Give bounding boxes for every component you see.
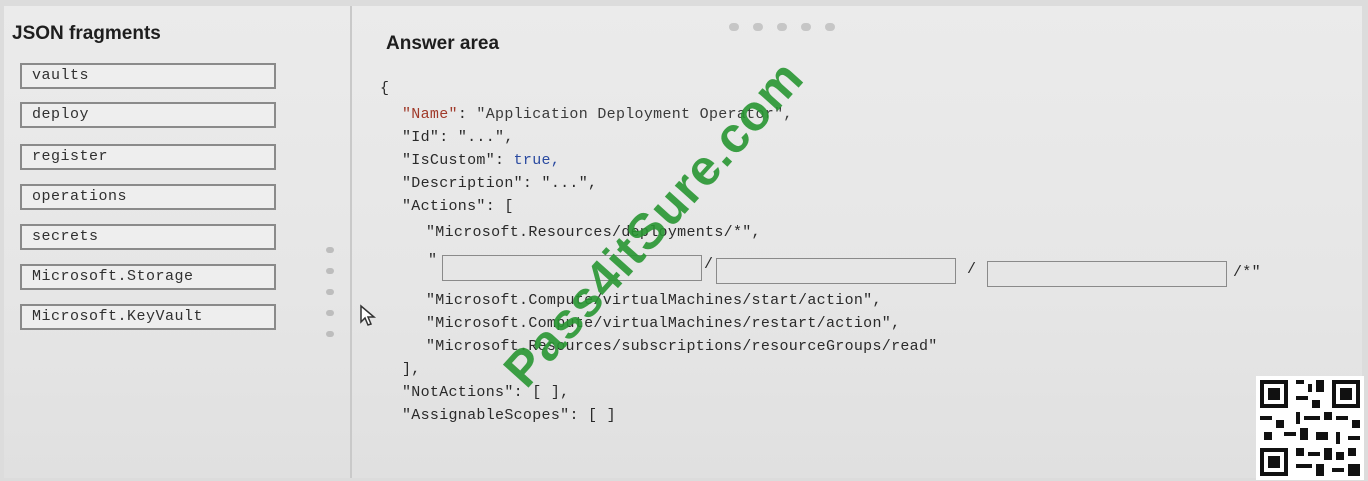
pager-dot-icon — [729, 23, 739, 31]
drag-grip-icon[interactable] — [326, 331, 334, 337]
drag-grip-icon[interactable] — [326, 289, 334, 295]
slot-line-quote: " — [428, 252, 438, 269]
name-line: "Name": "Application Deployment Operator… — [402, 106, 793, 123]
assignable-value: [ ] — [588, 407, 616, 424]
pager-dot-icon — [777, 23, 787, 31]
slot-separator-1: / — [704, 256, 714, 273]
name-value: "Application Deployment Operator", — [476, 106, 793, 123]
id-value: "...", — [457, 129, 514, 146]
notactions-key: "NotActions" — [402, 384, 514, 401]
notactions-value: [ ], — [532, 384, 570, 401]
fragment-vaults[interactable]: vaults — [20, 63, 276, 89]
action-vm-start: "Microsoft.Compute/virtualMachines/start… — [426, 292, 882, 309]
panel-divider[interactable] — [350, 6, 352, 478]
iscustom-value: true, — [513, 152, 561, 169]
drag-grip-icon[interactable] — [326, 268, 334, 274]
answer-slot-3[interactable] — [987, 261, 1227, 287]
description-line: "Description": "...", — [402, 175, 598, 192]
answer-slot-2[interactable] — [716, 258, 956, 284]
iscustom-key: "IsCustom" — [402, 152, 496, 169]
drag-grip-icon[interactable] — [326, 247, 334, 253]
actions-line: "Actions": [ — [402, 198, 514, 215]
id-line: "Id": "...", — [402, 129, 514, 146]
fragment-deploy[interactable]: deploy — [20, 102, 276, 128]
assignable-line: "AssignableScopes": [ ] — [402, 407, 616, 424]
iscustom-line: "IsCustom": true, — [402, 152, 561, 169]
fragment-secrets[interactable]: secrets — [20, 224, 276, 250]
answer-slot-1[interactable] — [442, 255, 702, 281]
action-vm-restart: "Microsoft.Compute/virtualMachines/resta… — [426, 315, 901, 332]
pager-dot-icon — [825, 23, 835, 31]
description-value: "...", — [541, 175, 598, 192]
action-rg-read: "Microsoft.Resources/subscriptions/resou… — [426, 338, 938, 355]
fragment-register[interactable]: register — [20, 144, 276, 170]
action-deployments: "Microsoft.Resources/deployments/*", — [426, 224, 761, 241]
pager-dots — [729, 18, 849, 36]
fragments-title: JSON fragments — [12, 23, 161, 44]
mouse-pointer-icon — [360, 304, 377, 326]
screen: JSON fragments vaults deploy register op… — [4, 6, 1362, 478]
fragment-microsoft-storage[interactable]: Microsoft.Storage — [20, 264, 276, 290]
fragment-operations[interactable]: operations — [20, 184, 276, 210]
slot-separator-2: / — [967, 261, 977, 278]
qr-code-icon — [1256, 376, 1364, 480]
fragments-panel: JSON fragments vaults deploy register op… — [4, 6, 350, 478]
notactions-line: "NotActions": [ ], — [402, 384, 570, 401]
answer-area-title: Answer area — [386, 33, 500, 54]
actions-key: "Actions" — [402, 198, 486, 215]
pager-dot-icon — [801, 23, 811, 31]
slot-suffix: /*" — [1233, 264, 1261, 281]
drag-grip-icon[interactable] — [326, 310, 334, 316]
assignable-key: "AssignableScopes" — [402, 407, 570, 424]
pager-dot-icon — [753, 23, 763, 31]
actions-close-bracket: ], — [402, 361, 421, 378]
name-key: "Name" — [402, 106, 458, 123]
description-key: "Description" — [402, 175, 523, 192]
id-key: "Id" — [402, 129, 440, 146]
actions-open-bracket: [ — [504, 198, 514, 215]
open-brace: { — [380, 80, 390, 97]
fragment-microsoft-keyvault[interactable]: Microsoft.KeyVault — [20, 304, 276, 330]
